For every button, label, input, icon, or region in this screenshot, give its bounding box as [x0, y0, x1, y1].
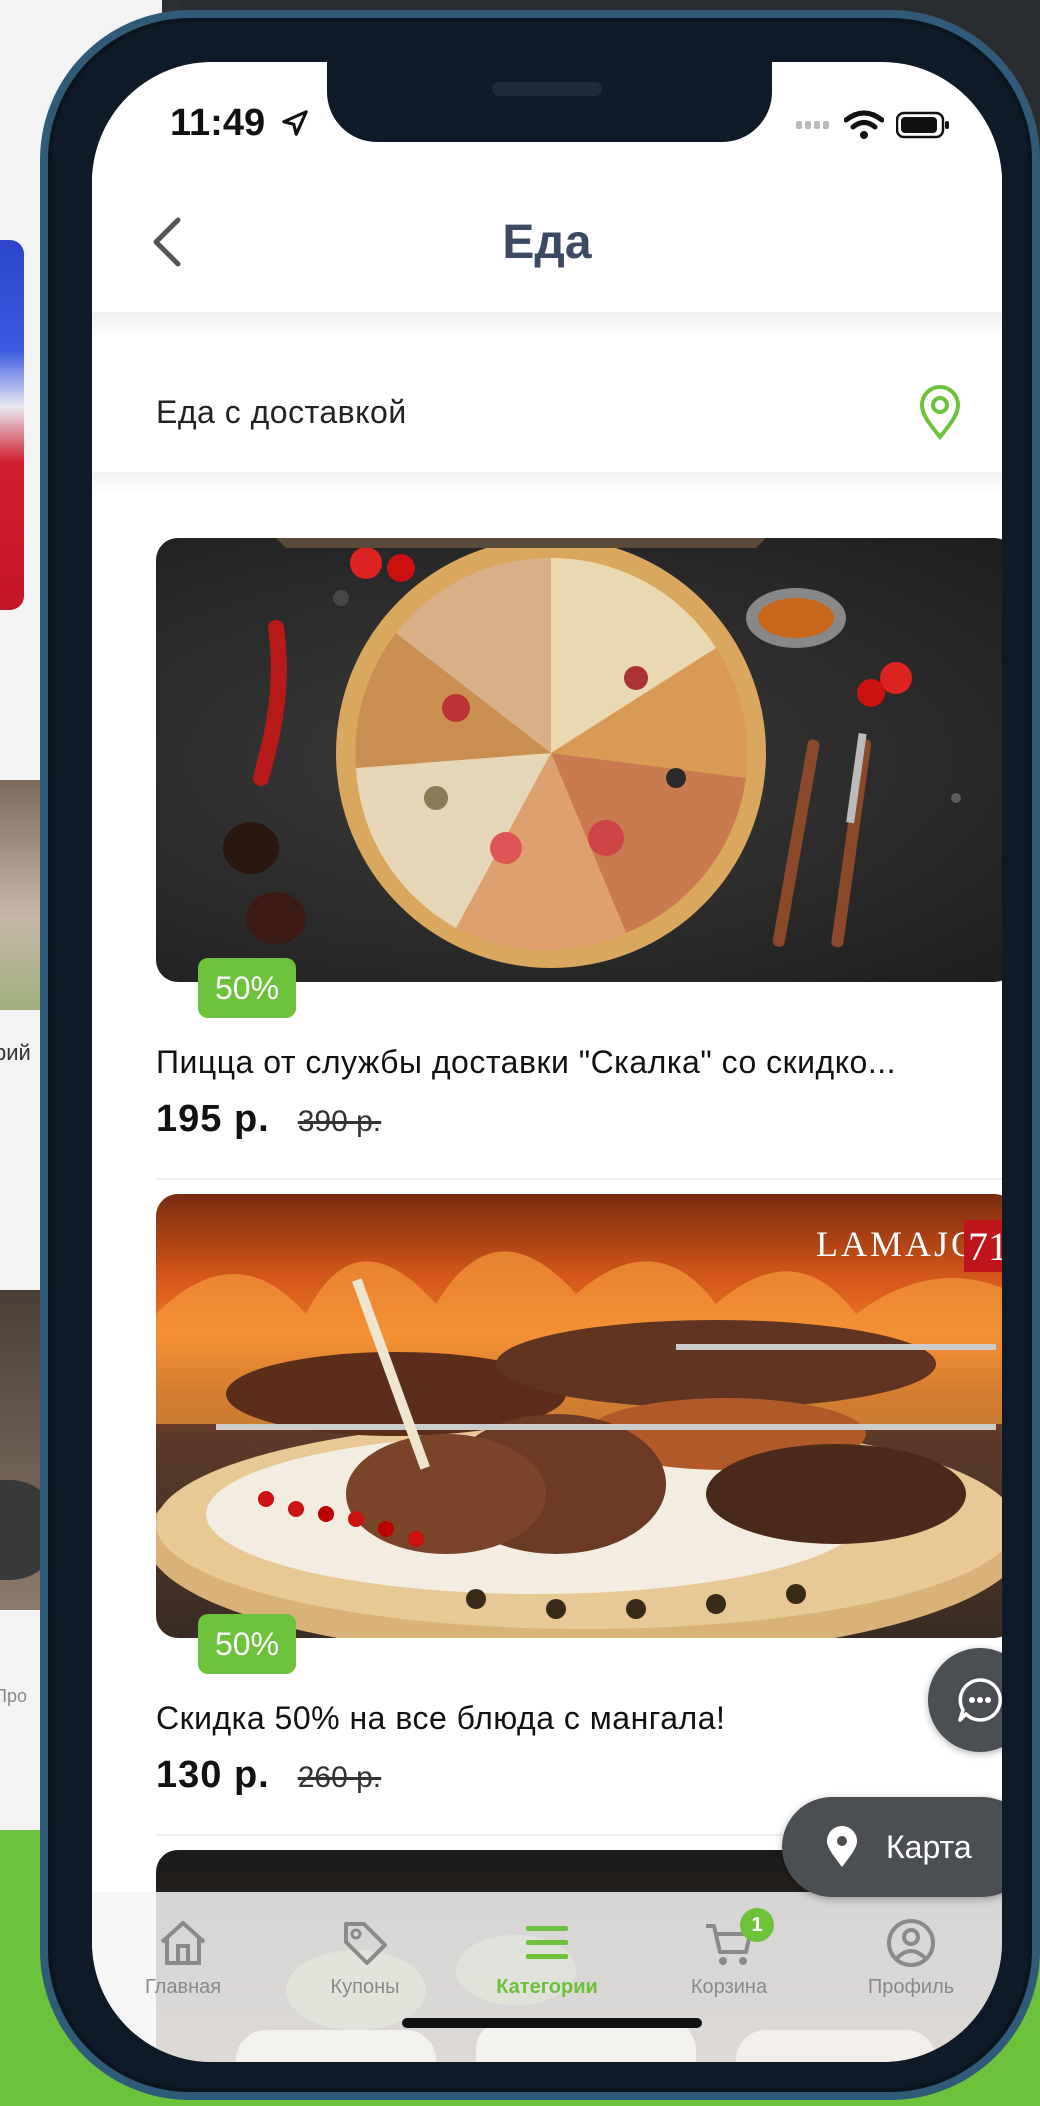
- tab-label: Купоны: [330, 1976, 400, 1998]
- background-text: рий: [0, 1040, 31, 1065]
- tab-bar: Главная Купоны Категории 1 Корзина Профи…: [92, 1892, 1002, 2062]
- map-pin-icon[interactable]: [918, 384, 962, 440]
- phone-frame: 11:49 Еда Еда с доставкой 50% Пицца от с…: [40, 10, 1040, 2100]
- map-pin-icon: [827, 1826, 857, 1867]
- tab-profile[interactable]: Профиль: [826, 1916, 996, 2062]
- restaurant-logo-text: LAMAJO: [816, 1224, 980, 1264]
- tag-icon: [344, 1922, 387, 1965]
- pizza-illustration: [223, 538, 961, 968]
- deal-old-price: 260 р.: [297, 1761, 382, 1794]
- deal-image-grill[interactable]: LAMAJO 71: [156, 1194, 1002, 1638]
- tab-label: Главная: [144, 1976, 222, 1998]
- status-time: 11:49: [170, 102, 310, 145]
- chat-bubble-icon: [958, 1678, 1002, 1722]
- home-indicator[interactable]: [402, 2018, 702, 2028]
- discount-badge: 50%: [198, 958, 296, 1018]
- tab-home[interactable]: Главная: [98, 1916, 268, 2062]
- cellular-signal-icon: [796, 116, 832, 134]
- back-chevron-icon[interactable]: [148, 216, 188, 268]
- background-text: Про: [0, 1686, 27, 1706]
- discount-badge: 50%: [198, 1614, 296, 1674]
- home-icon: [160, 1921, 206, 1965]
- page-title: Еда: [502, 215, 592, 269]
- tab-categories[interactable]: Категории: [462, 1916, 632, 2062]
- cart-count-badge: 1: [740, 1908, 774, 1942]
- menu-icon: [526, 1926, 568, 1959]
- notch: [327, 62, 772, 142]
- user-icon: [887, 1919, 935, 1967]
- deal-price: 130 р.: [156, 1754, 270, 1796]
- tab-label: Корзина: [690, 1976, 768, 1998]
- navigation-header: Еда: [92, 172, 1002, 312]
- header-divider: [92, 312, 1002, 338]
- price-row: 195 р. 390 р.: [156, 1098, 381, 1141]
- deal-price: 195 р.: [156, 1098, 270, 1140]
- deal-title[interactable]: Пицца от службы доставки "Скалка" со ски…: [156, 1044, 1002, 1081]
- speaker-grille: [492, 82, 602, 96]
- map-button[interactable]: Карта: [782, 1797, 1002, 1897]
- map-button-label: Карта: [886, 1828, 972, 1865]
- card-divider: [156, 1178, 1002, 1180]
- deal-card[interactable]: 50% Пицца от службы доставки "Скалка" со…: [156, 538, 1002, 1180]
- status-time-text: 11:49: [170, 102, 266, 144]
- location-label: Еда с доставкой: [156, 393, 407, 430]
- tab-label: Профиль: [867, 1976, 955, 1998]
- background-photo: [0, 780, 40, 1010]
- location-divider: [92, 472, 1002, 496]
- app-screen: 11:49 Еда Еда с доставкой 50% Пицца от с…: [92, 62, 1002, 2062]
- deal-card[interactable]: LAMAJO 71 50% Скидка 50% на все блюда с …: [156, 1194, 1002, 1836]
- background-card: [0, 240, 24, 610]
- grill-illustration: LAMAJO 71: [156, 1220, 1002, 1638]
- battery-icon: [896, 111, 949, 139]
- deal-image-pizza[interactable]: [156, 538, 1002, 982]
- price-row: 130 р. 260 р.: [156, 1754, 381, 1797]
- status-icons: [796, 110, 950, 140]
- deal-old-price: 390 р.: [297, 1105, 382, 1138]
- location-filter-row[interactable]: Еда с доставкой: [92, 357, 1002, 467]
- tab-label: Категории: [496, 1976, 598, 1998]
- tab-cart[interactable]: 1 Корзина: [644, 1908, 814, 2062]
- tab-coupons[interactable]: Купоны: [280, 1916, 450, 2062]
- location-arrow-icon: [281, 110, 308, 136]
- restaurant-logo-number: 71: [968, 1224, 1002, 1269]
- deal-title[interactable]: Скидка 50% на все блюда с мангала!: [156, 1700, 1002, 1737]
- wifi-icon: [844, 110, 884, 139]
